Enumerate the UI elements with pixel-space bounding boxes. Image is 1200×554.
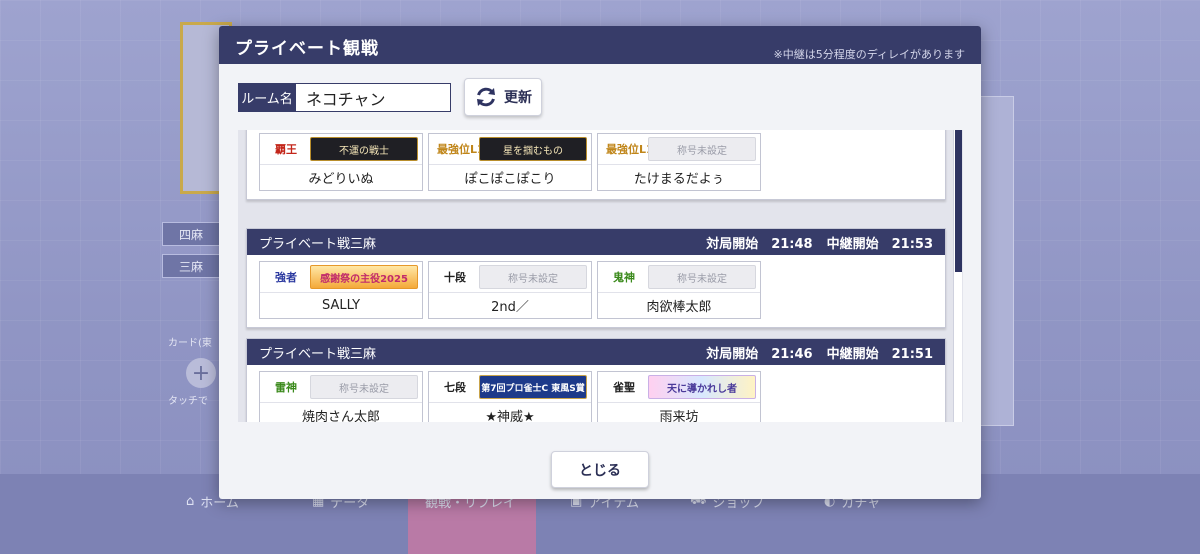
player-list: 覇王 不運の戦士 みどりいぬ 最強位L1 星を掴むもの ぽこぽこぽこり 最強位L… bbox=[247, 130, 945, 199]
player-name: ★神威★ bbox=[429, 402, 591, 422]
room-name: プライベート戦三麻 bbox=[259, 346, 377, 362]
player-card[interactable]: 鬼神 称号未設定 肉欲棒太郎 bbox=[597, 261, 761, 319]
title-badge: 天に導かれし者 bbox=[648, 375, 756, 399]
player-name: ぽこぽこぽこり bbox=[429, 164, 591, 190]
tab-yonma[interactable]: 四麻 bbox=[162, 222, 220, 246]
rank-badge: 最強位L1 bbox=[606, 143, 654, 156]
rank-badge: 十段 bbox=[444, 271, 466, 284]
card-label: カード(東 bbox=[168, 338, 212, 349]
rank-badge: 雀聖 bbox=[613, 381, 635, 394]
player-card[interactable]: 最強位L1 星を掴むもの ぽこぽこぽこり bbox=[428, 133, 592, 191]
room-header: プライベート戦三麻 対局開始 21:48 中継開始 21:53 bbox=[247, 229, 945, 255]
modal-title: プライベート観戦 bbox=[235, 39, 379, 59]
player-card[interactable]: 最強位L1 称号未設定 たけまるだよぅ bbox=[597, 133, 761, 191]
rank-badge: 強者 bbox=[275, 271, 297, 284]
rank-badge: 覇王 bbox=[275, 143, 297, 156]
title-badge: 称号未設定 bbox=[310, 375, 418, 399]
player-card[interactable]: 七段 第7回プロ雀士C 東風S賞 ★神威★ bbox=[428, 371, 592, 422]
modal-header: プライベート観戦 ※中継は5分程度のディレイがあります bbox=[219, 26, 981, 64]
delay-note: ※中継は5分程度のディレイがあります bbox=[773, 48, 965, 61]
rank-badge: 雷神 bbox=[275, 381, 297, 394]
room-header: プライベート戦三麻 対局開始 21:46 中継開始 21:51 bbox=[247, 339, 945, 365]
player-name: 2nd／ bbox=[429, 292, 591, 318]
title-badge: 称号未設定 bbox=[479, 265, 587, 289]
plus-icon[interactable]: + bbox=[186, 358, 216, 388]
player-name: みどりいぬ bbox=[260, 164, 422, 190]
player-name: SALLY bbox=[260, 292, 422, 318]
player-card[interactable]: 強者 感謝祭の主役2025 SALLY bbox=[259, 261, 423, 319]
rank-badge: 七段 bbox=[444, 381, 466, 394]
relay-time: 中継開始 21:53 bbox=[826, 236, 933, 252]
tab-sanma[interactable]: 三麻 bbox=[162, 254, 220, 278]
room-name: プライベート戦三麻 bbox=[259, 236, 377, 252]
room-card: 覇王 不運の戦士 みどりいぬ 最強位L1 星を掴むもの ぽこぽこぽこり 最強位L… bbox=[246, 130, 946, 200]
background-panel bbox=[978, 96, 1014, 426]
title-badge: 不運の戦士 bbox=[310, 137, 418, 161]
close-button[interactable]: とじる bbox=[551, 451, 649, 488]
room-list[interactable]: 覇王 不運の戦士 みどりいぬ 最強位L1 星を掴むもの ぽこぽこぽこり 最強位L… bbox=[238, 130, 963, 422]
room-card: プライベート戦三麻 対局開始 21:46 中継開始 21:51 雷神 称号未設定 … bbox=[246, 338, 946, 422]
refresh-button[interactable]: 更新 bbox=[464, 78, 542, 116]
title-badge: 称号未設定 bbox=[648, 265, 756, 289]
relay-time: 中継開始 21:51 bbox=[826, 346, 933, 362]
player-list: 強者 感謝祭の主役2025 SALLY 十段 称号未設定 2nd／ 鬼神 称号未 bbox=[247, 255, 945, 327]
title-badge: 感謝祭の主役2025 bbox=[310, 265, 418, 289]
player-card[interactable]: 覇王 不運の戦士 みどりいぬ bbox=[259, 133, 423, 191]
start-time: 対局開始 21:48 bbox=[706, 236, 813, 252]
rank-badge: 最強位L1 bbox=[437, 143, 485, 156]
player-card[interactable]: 雷神 称号未設定 焼肉さん太郎 bbox=[259, 371, 423, 422]
refresh-icon bbox=[474, 85, 498, 109]
touch-label: タッチで bbox=[168, 396, 208, 407]
title-badge: 称号未設定 bbox=[648, 137, 756, 161]
scrollbar[interactable] bbox=[953, 130, 962, 422]
private-spectate-modal: プライベート観戦 ※中継は5分程度のディレイがあります ルーム名 更新 bbox=[219, 26, 981, 499]
room-name-input[interactable] bbox=[295, 83, 451, 112]
player-name: 焼肉さん太郎 bbox=[260, 402, 422, 422]
title-badge: 第7回プロ雀士C 東風S賞 bbox=[479, 375, 587, 399]
player-name: 雨来坊 bbox=[598, 402, 760, 422]
home-icon: ⌂ bbox=[186, 494, 195, 509]
player-card[interactable]: 雀聖 天に導かれし者 雨来坊 bbox=[597, 371, 761, 422]
player-list: 雷神 称号未設定 焼肉さん太郎 七段 第7回プロ雀士C 東風S賞 ★神威★ 雀聖 bbox=[247, 365, 945, 422]
start-time: 対局開始 21:46 bbox=[706, 346, 813, 362]
rank-badge: 鬼神 bbox=[613, 271, 635, 284]
player-name: 肉欲棒太郎 bbox=[598, 292, 760, 318]
player-card[interactable]: 十段 称号未設定 2nd／ bbox=[428, 261, 592, 319]
room-card: プライベート戦三麻 対局開始 21:48 中継開始 21:53 強者 感謝祭の主役… bbox=[246, 228, 946, 328]
scrollbar-thumb[interactable] bbox=[955, 130, 962, 272]
player-name: たけまるだよぅ bbox=[598, 164, 760, 190]
title-badge: 星を掴むもの bbox=[479, 137, 587, 161]
